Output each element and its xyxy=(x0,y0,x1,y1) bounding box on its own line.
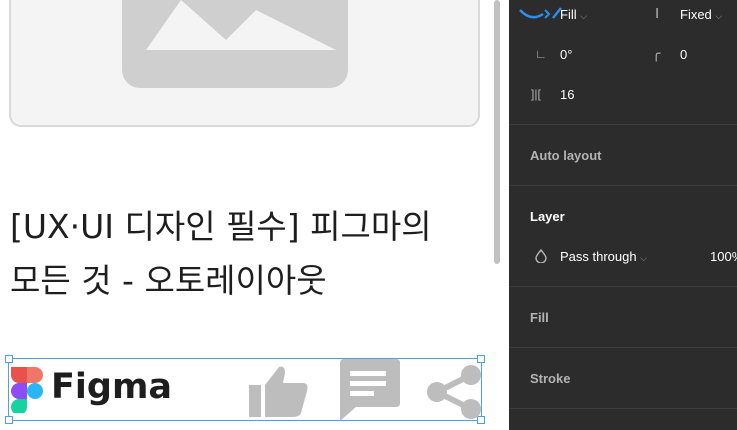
auto-layout-heading[interactable]: Auto layout xyxy=(530,148,602,163)
resize-handle-top-left[interactable] xyxy=(5,355,13,363)
layer-heading: Layer xyxy=(530,209,565,224)
chevron-down-icon: ⌵ xyxy=(580,11,588,21)
spacing-icon: ]|[ xyxy=(531,87,541,101)
panel-gutter xyxy=(500,0,509,430)
resize-handle-top-right[interactable] xyxy=(477,355,485,363)
course-title-line-2: 모든 것 - 오토레이아웃 xyxy=(10,261,327,300)
fill-heading[interactable]: Fill xyxy=(530,310,549,325)
blend-mode-icon xyxy=(535,249,547,263)
figma-logo-icon xyxy=(11,367,43,413)
stroke-heading[interactable]: Stroke xyxy=(530,371,570,386)
opacity-input[interactable]: 100% xyxy=(710,249,737,264)
divider xyxy=(509,185,737,186)
comment-icon[interactable] xyxy=(336,359,400,421)
rotation-input[interactable]: 0° xyxy=(560,47,572,62)
figma-wordmark: Figma xyxy=(51,367,173,407)
rotation-icon: ∟ xyxy=(535,47,547,61)
mountain-shape xyxy=(146,0,336,50)
blend-mode-value: Pass through xyxy=(560,249,637,264)
resize-handle-bottom-left[interactable] xyxy=(5,416,13,424)
canvas[interactable]: [UX·UI 디자인 필수] 피그마의 모든 것 - 오토레이아웃 Figma xyxy=(0,0,500,430)
corner-radius-input[interactable]: 0 xyxy=(680,47,687,62)
divider xyxy=(509,286,737,287)
chevron-down-icon: ⌵ xyxy=(640,253,648,263)
divider xyxy=(509,408,737,409)
height-mode-dropdown[interactable]: Fixed ⌵ xyxy=(680,7,722,22)
selected-frame[interactable]: Figma xyxy=(5,355,485,424)
design-panel: Fill ⌵ I Fixed ⌵ ∟ 0° ╭ 0 ]|[ 16 Auto la… xyxy=(509,0,737,430)
spacing-input[interactable]: 16 xyxy=(560,87,574,102)
divider xyxy=(509,347,737,348)
corner-radius-icon: ╭ xyxy=(652,45,661,61)
course-title-line-1: [UX·UI 디자인 필수] 피그마의 xyxy=(10,207,432,246)
fill-width-icon xyxy=(519,7,562,19)
thumbs-up-icon[interactable] xyxy=(249,363,309,419)
height-mode-value: Fixed xyxy=(680,7,712,22)
width-mode-dropdown[interactable]: Fill ⌵ xyxy=(560,7,587,22)
blend-mode-dropdown[interactable]: Pass through ⌵ xyxy=(560,249,647,264)
share-icon[interactable] xyxy=(425,365,483,419)
divider xyxy=(509,124,737,125)
height-icon: I xyxy=(655,5,660,22)
width-mode-value: Fill xyxy=(560,7,577,22)
chevron-down-icon: ⌵ xyxy=(715,11,723,21)
course-title: [UX·UI 디자인 필수] 피그마의 모든 것 - 오토레이아웃 xyxy=(10,200,490,308)
